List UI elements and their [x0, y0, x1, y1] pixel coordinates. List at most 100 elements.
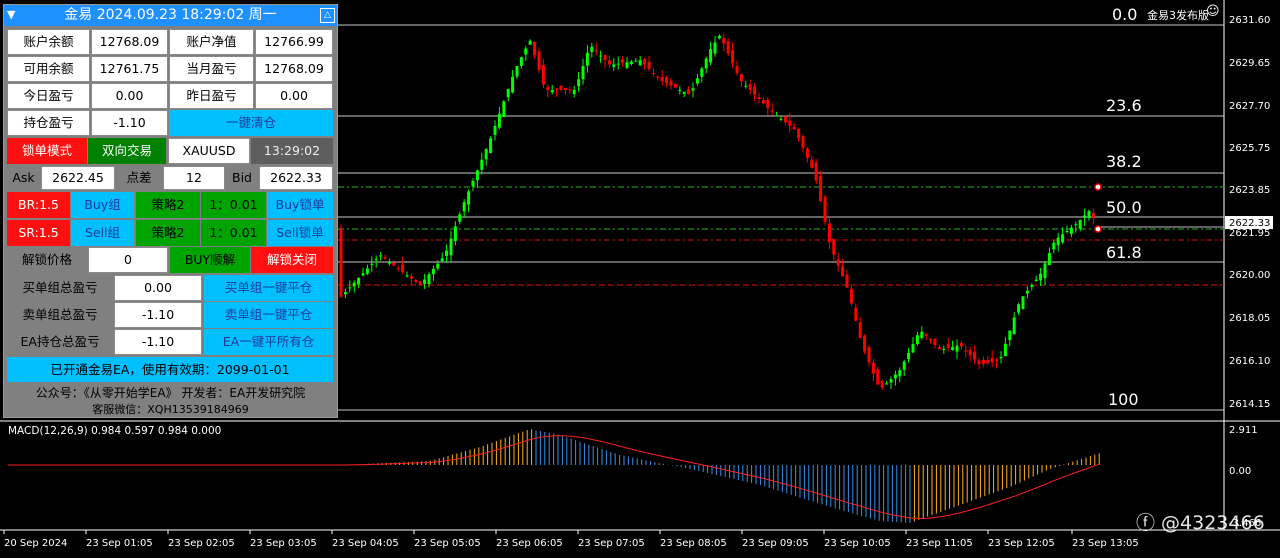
- buy-ratio-button[interactable]: 1：0.01: [201, 192, 266, 218]
- candle-body: [986, 360, 990, 364]
- buy-lock-button[interactable]: Buy锁单: [267, 192, 333, 218]
- candle-body: [370, 263, 374, 265]
- candle-body: [691, 88, 695, 91]
- buy-group-button[interactable]: Buy组: [71, 192, 134, 218]
- candle-body: [827, 223, 831, 243]
- candle-body: [643, 59, 647, 65]
- close-all-button[interactable]: 一键清仓: [169, 110, 333, 136]
- macd-tick: 0.00: [1229, 466, 1251, 477]
- time-tick: 23 Sep 11:05: [906, 538, 973, 549]
- candle-body: [599, 55, 603, 57]
- candle-body: [1008, 330, 1012, 341]
- fib-label-61: 61.8: [1106, 243, 1142, 262]
- panel-title[interactable]: 金易 2024.09.23 18:29:02 周一: [4, 5, 337, 26]
- buy-unlock-button[interactable]: BUY顺解: [170, 247, 250, 273]
- candle-body: [445, 250, 449, 257]
- candle-body: [1065, 231, 1069, 232]
- price-tick: 2631.60: [1229, 15, 1270, 26]
- candle-body: [414, 280, 418, 282]
- candle-body: [999, 357, 1003, 359]
- candle-body: [511, 76, 515, 93]
- candle-body: [889, 379, 893, 383]
- candle-body: [590, 46, 594, 52]
- candle-body: [568, 89, 572, 91]
- ea-total-value: -1.10: [114, 329, 202, 355]
- candle-body: [678, 89, 682, 91]
- current-price-text: 2622.33: [1229, 218, 1270, 229]
- candle-body: [462, 202, 466, 212]
- ask-value: 2622.45: [41, 166, 115, 190]
- sell-group-button[interactable]: Sell组: [71, 220, 134, 246]
- candle-body: [352, 282, 356, 287]
- candle-body: [651, 73, 655, 75]
- position-pnl-value: -1.10: [91, 110, 168, 136]
- candle-body: [519, 57, 523, 66]
- candle-body: [392, 262, 396, 266]
- watermark-text: @4323466: [1161, 512, 1265, 534]
- monthly-pnl-value: 12768.09: [255, 56, 333, 82]
- candle-body: [1078, 219, 1082, 229]
- candle-body: [656, 76, 660, 78]
- buy-strategy-button[interactable]: 策略2: [136, 192, 200, 218]
- time-tick: 23 Sep 05:05: [414, 538, 481, 549]
- candle-body: [647, 61, 651, 69]
- ea-close-all-button[interactable]: EA一键平所有仓: [204, 329, 333, 355]
- position-pnl-label: 持仓盈亏: [7, 110, 90, 136]
- candle-body: [788, 120, 792, 126]
- unlock-close-button[interactable]: 解锁关闭: [251, 247, 333, 273]
- lock-mode-button[interactable]: 锁单模式: [7, 138, 87, 164]
- candle-body: [524, 48, 528, 55]
- candle-body: [911, 344, 915, 353]
- balance-value: 12768.09: [91, 29, 168, 55]
- smiley-icon: ☺: [1206, 4, 1220, 19]
- sell-group-close-button[interactable]: 卖单组一键平仓: [204, 302, 333, 328]
- candle-body: [480, 159, 484, 170]
- candle-body: [783, 116, 787, 123]
- candle-body: [409, 276, 413, 279]
- candle-body: [832, 238, 836, 255]
- candle-body: [431, 268, 435, 275]
- footer-contact: 客服微信：XQH13539184969: [92, 403, 249, 416]
- candle-body: [713, 42, 717, 54]
- candle-body: [937, 347, 941, 350]
- collapse-icon[interactable]: △: [320, 8, 335, 23]
- unlock-price-input[interactable]: 0: [88, 247, 168, 273]
- candle-body: [1091, 213, 1095, 219]
- two-way-trade-button[interactable]: 双向交易: [88, 138, 166, 164]
- candle-body: [1017, 304, 1021, 313]
- candle-body: [726, 41, 730, 54]
- candle-body: [453, 226, 457, 241]
- fib-label-50: 50.0: [1106, 198, 1142, 217]
- candle-body: [401, 264, 405, 272]
- candle-body: [1074, 224, 1078, 226]
- candle-body: [700, 68, 704, 77]
- candle-body: [665, 76, 669, 84]
- candle-body: [357, 277, 361, 285]
- candle-body: [709, 49, 713, 63]
- time-tick: 23 Sep 08:05: [660, 538, 727, 549]
- candlesticks: [339, 33, 1095, 391]
- candle-body: [541, 65, 545, 85]
- time-tick: 23 Sep 01:05: [86, 538, 153, 549]
- candle-body: [1087, 211, 1091, 219]
- br-ratio-button[interactable]: BR:1.5: [7, 192, 70, 218]
- candle-body: [546, 87, 550, 90]
- triangle-down-icon[interactable]: ▼: [7, 6, 15, 24]
- time-tick: 23 Sep 07:05: [578, 538, 645, 549]
- candle-body: [669, 80, 673, 86]
- candle-body: [572, 90, 576, 95]
- candle-body: [502, 101, 506, 117]
- buy-group-close-button[interactable]: 买单组一键平仓: [204, 275, 333, 301]
- sr-ratio-button[interactable]: SR:1.5: [7, 220, 70, 246]
- sell-group-total-label: 卖单组总盈亏: [7, 302, 113, 328]
- candle-body: [955, 345, 959, 352]
- candle-body: [528, 40, 532, 45]
- candle-body: [533, 41, 537, 56]
- ea-total-label: EA持仓总盈亏: [7, 329, 113, 355]
- sell-group-total-value: -1.10: [114, 302, 202, 328]
- candle-body: [471, 180, 475, 187]
- sell-lock-button[interactable]: Sell锁单: [267, 220, 333, 246]
- price-tick: 2620.00: [1229, 270, 1270, 281]
- sell-ratio-button[interactable]: 1：0.01: [201, 220, 266, 246]
- sell-strategy-button[interactable]: 策略2: [136, 220, 200, 246]
